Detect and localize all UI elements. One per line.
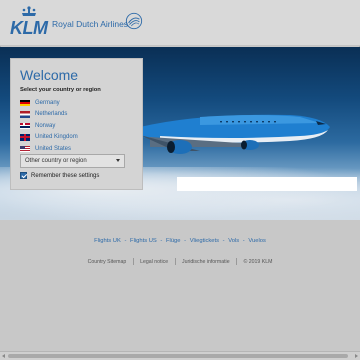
klm-crown-icon <box>22 6 36 16</box>
footer-separator: - <box>242 238 245 244</box>
klm-logo[interactable]: KLM <box>10 6 50 38</box>
chevron-down-icon <box>116 159 120 162</box>
nl-flag-icon <box>20 111 30 118</box>
country-link-germany[interactable]: Germany <box>35 100 60 106</box>
footer-separator: - <box>124 238 127 244</box>
welcome-panel: Welcome Select your country or region Ge… <box>10 58 143 190</box>
other-country-select-value: Other country or region <box>25 158 87 164</box>
footer-divider <box>174 258 176 265</box>
other-country-select[interactable]: Other country or region <box>20 154 125 168</box>
footer-divider <box>132 258 134 265</box>
us-flag-icon <box>20 145 30 152</box>
country-item-germany[interactable]: Germany <box>20 97 133 109</box>
skyteam-icon <box>125 12 143 30</box>
country-link-united-states[interactable]: United States <box>35 146 71 152</box>
country-link-norway[interactable]: Norway <box>35 123 55 129</box>
footer-divider <box>236 258 238 265</box>
footer-separator: - <box>222 238 225 244</box>
hero-white-strip <box>177 177 357 191</box>
scroll-right-icon[interactable] <box>355 354 358 358</box>
footer-link-vliegtickets[interactable]: Vliegtickets <box>190 238 219 244</box>
footer-link-legal-notice[interactable]: Legal notice <box>140 259 168 265</box>
footer-flight-links: Flights UK - Flights US - Flüge - Vliegt… <box>0 238 360 244</box>
welcome-subtitle: Select your country or region <box>20 87 101 93</box>
footer-legal: Country Sitemap Legal notice Juridische … <box>0 258 360 265</box>
brand-tagline: Royal Dutch Airlines <box>52 19 129 29</box>
country-list: Germany Netherlands Norway United Kingdo… <box>20 97 133 155</box>
footer-link-flights-us[interactable]: Flights US <box>130 238 157 244</box>
footer-copyright: © 2019 KLM <box>243 258 273 265</box>
site-header: KLM Royal Dutch Airlines <box>0 0 360 46</box>
welcome-title: Welcome <box>20 67 79 83</box>
horizontal-scrollbar[interactable] <box>0 351 360 360</box>
country-item-norway[interactable]: Norway <box>20 120 133 132</box>
remember-label: Remember these settings <box>31 172 100 179</box>
footer-link-fluge[interactable]: Flüge <box>166 238 181 244</box>
scroll-left-icon[interactable] <box>2 354 5 358</box>
uk-flag-icon <box>20 134 30 141</box>
footer-link-flights-uk[interactable]: Flights UK <box>94 238 121 244</box>
country-link-united-kingdom[interactable]: United Kingdom <box>35 134 78 140</box>
country-item-united-kingdom[interactable]: United Kingdom <box>20 132 133 144</box>
country-item-united-states[interactable]: United States <box>20 143 133 155</box>
no-flag-icon <box>20 122 30 129</box>
country-link-netherlands[interactable]: Netherlands <box>35 111 67 117</box>
de-flag-icon <box>20 99 30 106</box>
footer-separator: - <box>184 238 187 244</box>
country-item-netherlands[interactable]: Netherlands <box>20 109 133 121</box>
footer-link-country-sitemap[interactable]: Country Sitemap <box>88 259 127 265</box>
footer-link-vuelos[interactable]: Vuelos <box>248 238 266 244</box>
footer-link-vols[interactable]: Vols <box>228 238 239 244</box>
footer-separator: - <box>160 238 163 244</box>
brand-name: KLM <box>10 18 48 38</box>
remember-settings[interactable]: Remember these settings <box>20 172 99 179</box>
footer-link-juridische-informatie[interactable]: Juridische informatie <box>182 259 230 265</box>
remember-checkbox[interactable] <box>20 172 27 179</box>
scrollbar-thumb[interactable] <box>8 354 348 358</box>
